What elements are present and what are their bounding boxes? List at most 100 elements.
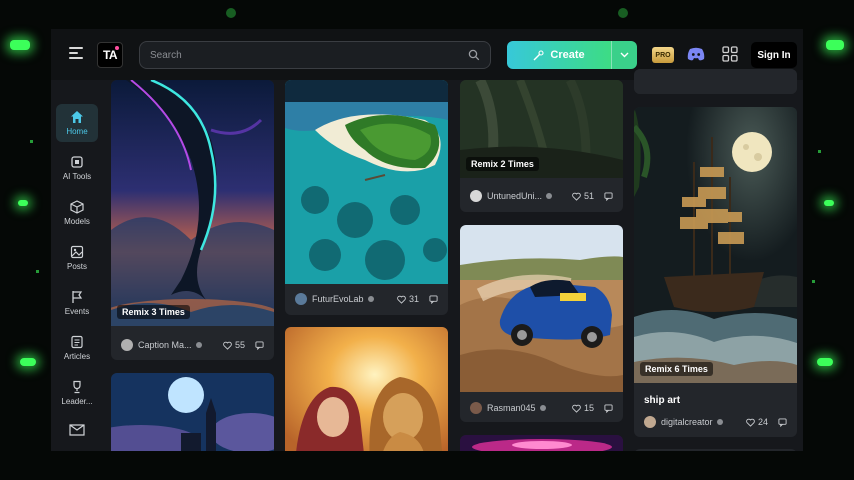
- avatar[interactable]: [644, 416, 656, 428]
- sidebar-item-home[interactable]: Home: [56, 104, 98, 142]
- post-image: [460, 225, 623, 392]
- comment-icon[interactable]: [429, 294, 438, 304]
- search-box[interactable]: [139, 41, 491, 69]
- like-button[interactable]: 31: [397, 294, 419, 304]
- flag-icon: [72, 291, 83, 303]
- post-author[interactable]: FuturEvoLab: [312, 294, 397, 304]
- post-meta: UntunedUni... 51: [460, 183, 623, 209]
- create-button[interactable]: Create: [507, 41, 611, 69]
- avatar[interactable]: [470, 190, 482, 202]
- heart-icon: [223, 341, 232, 350]
- sidebar-item-label: Models: [64, 217, 90, 226]
- background-dot: [226, 8, 236, 18]
- sidebar-item-models[interactable]: Models: [56, 194, 98, 232]
- post-card-castle[interactable]: [111, 373, 274, 451]
- sidebar: Home AI Tools Models Posts Events Articl…: [51, 80, 103, 451]
- post-author[interactable]: digitalcreator: [661, 417, 746, 427]
- background-glow: [824, 200, 834, 206]
- like-count: 31: [408, 294, 419, 304]
- verified-icon: [716, 419, 723, 425]
- sidebar-item-events[interactable]: Events: [56, 284, 98, 322]
- verified-icon: [539, 405, 546, 411]
- like-button[interactable]: 51: [572, 191, 594, 201]
- search-input[interactable]: [150, 49, 468, 61]
- post-image: [111, 373, 274, 451]
- image-icon: [70, 245, 84, 259]
- like-button[interactable]: 15: [572, 403, 594, 413]
- sidebar-item-ai-tools[interactable]: AI Tools: [56, 149, 98, 187]
- more-icon[interactable]: [69, 424, 85, 436]
- post-meta: digitalcreator 24: [634, 409, 797, 435]
- like-count: 51: [583, 191, 594, 201]
- post-meta: Caption Ma... 55: [111, 332, 274, 358]
- post-card-island[interactable]: FuturEvoLab 31: [285, 80, 448, 315]
- post-card-forest[interactable]: Remix 2 Times UntunedUni... 51: [460, 80, 623, 212]
- apps-grid-icon[interactable]: [722, 46, 738, 62]
- background-dot: [36, 270, 39, 273]
- site-logo[interactable]: TA: [97, 42, 123, 68]
- post-card-ship[interactable]: Remix 6 Times ship art digitalcreator 24: [634, 107, 797, 437]
- background-glow: [20, 358, 36, 366]
- comment-icon[interactable]: [255, 340, 264, 350]
- logo-text: TA: [102, 48, 118, 62]
- post-title[interactable]: ship art: [644, 395, 680, 406]
- comment-icon[interactable]: [604, 403, 613, 413]
- avatar[interactable]: [121, 339, 133, 351]
- verified-icon: [195, 342, 202, 348]
- pro-badge[interactable]: PRO: [652, 47, 674, 63]
- post-card-rally[interactable]: Rasman045 15: [460, 225, 623, 422]
- heart-icon: [746, 418, 755, 427]
- background-glow: [18, 200, 28, 206]
- verified-icon: [367, 296, 374, 302]
- like-count: 55: [234, 340, 245, 350]
- like-button[interactable]: 24: [746, 417, 768, 427]
- background-dot: [30, 140, 33, 143]
- sidebar-item-label: Home: [66, 127, 88, 136]
- cube-icon: [70, 200, 84, 214]
- background-dot: [818, 150, 821, 153]
- article-icon: [71, 335, 83, 349]
- sidebar-item-label: Leader...: [61, 397, 93, 406]
- logo-spark-icon: [115, 46, 119, 50]
- comment-icon[interactable]: [604, 191, 613, 201]
- background-glow: [817, 358, 833, 366]
- post-card-neon[interactable]: [460, 435, 623, 451]
- search-icon[interactable]: [468, 49, 480, 61]
- post-card-whale[interactable]: Remix 3 Times Caption Ma... 55: [111, 80, 274, 360]
- avatar[interactable]: [470, 402, 482, 414]
- comment-icon[interactable]: [778, 417, 787, 427]
- home-icon: [71, 111, 83, 123]
- menu-icon[interactable]: [69, 47, 83, 59]
- post-meta: Rasman045 15: [460, 395, 623, 421]
- magic-wand-icon: [533, 49, 544, 60]
- post-author[interactable]: Rasman045: [487, 403, 572, 413]
- sidebar-item-leaderboard[interactable]: Leader...: [56, 374, 98, 412]
- post-image: [111, 80, 274, 326]
- sidebar-item-posts[interactable]: Posts: [56, 239, 98, 277]
- background-glow: [10, 40, 30, 50]
- heart-icon: [572, 192, 581, 201]
- app-window: TA Create PRO: [51, 29, 803, 451]
- post-image: [285, 327, 448, 451]
- post-image: [634, 107, 797, 383]
- like-button[interactable]: 55: [223, 340, 245, 350]
- post-card-bottom-right[interactable]: [634, 449, 797, 451]
- sidebar-item-articles[interactable]: Articles: [56, 329, 98, 367]
- background-dot: [812, 280, 815, 283]
- background-glow: [826, 40, 844, 50]
- discord-icon[interactable]: [687, 47, 705, 61]
- remix-badge: Remix 2 Times: [466, 157, 539, 171]
- post-author[interactable]: Caption Ma...: [138, 340, 223, 350]
- sign-in-button[interactable]: Sign In: [751, 42, 797, 68]
- verified-icon: [546, 193, 553, 199]
- avatar[interactable]: [295, 293, 307, 305]
- heart-icon: [397, 295, 406, 304]
- post-author[interactable]: UntunedUni...: [487, 191, 572, 201]
- post-card-lion[interactable]: [285, 327, 448, 451]
- sidebar-item-label: Posts: [66, 262, 87, 271]
- post-card-top-right[interactable]: [634, 69, 797, 94]
- heart-icon: [572, 404, 581, 413]
- trophy-icon: [73, 380, 81, 394]
- create-dropdown-button[interactable]: [611, 41, 637, 69]
- chevron-down-icon: [620, 52, 629, 58]
